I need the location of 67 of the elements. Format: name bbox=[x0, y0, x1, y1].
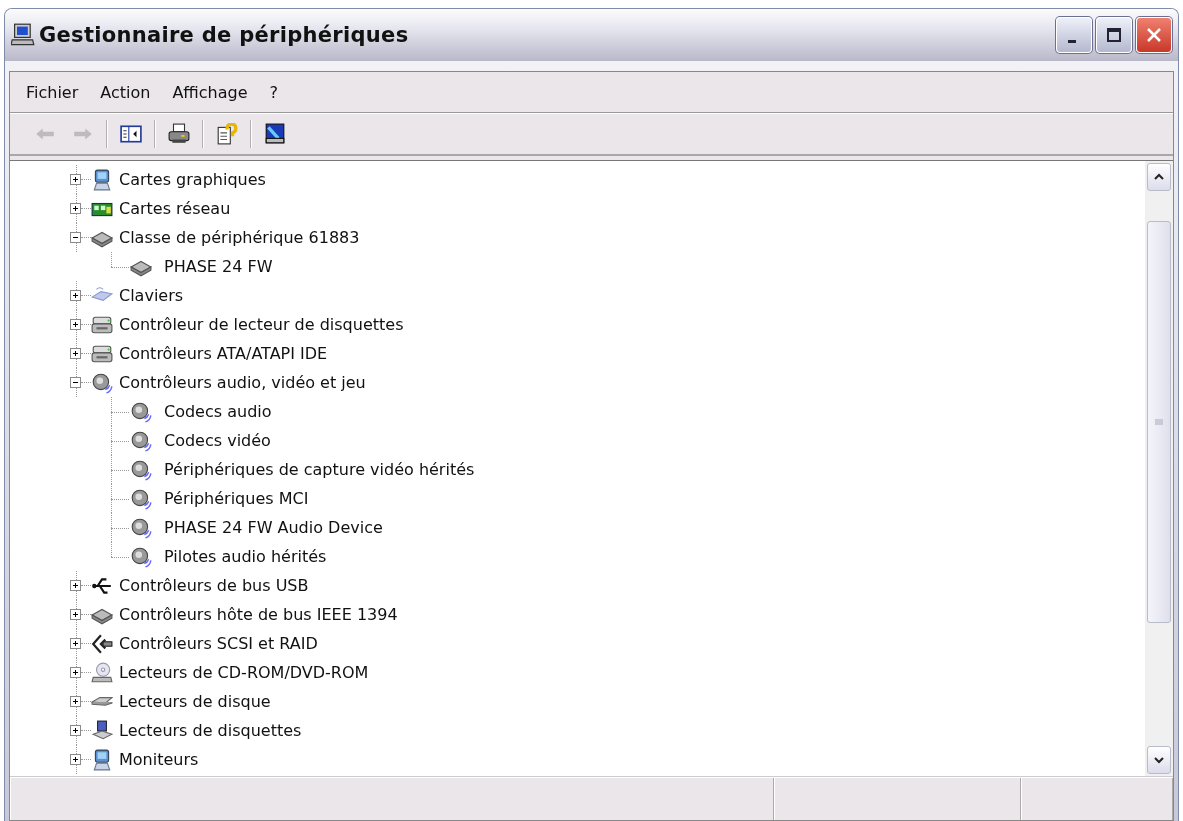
expand-box[interactable] bbox=[70, 348, 81, 359]
tree-item[interactable]: Contrôleurs ATA/ATAPI IDE bbox=[119, 344, 328, 363]
window-title: Gestionnaire de périphériques bbox=[39, 23, 410, 47]
speaker-icon bbox=[130, 429, 152, 452]
speaker-icon bbox=[91, 371, 113, 394]
tree-item[interactable]: Cartes graphiques bbox=[119, 170, 266, 189]
chevron-up-icon bbox=[1154, 172, 1164, 182]
tree-item[interactable]: Codecs audio bbox=[164, 402, 272, 421]
tree-item[interactable]: Contrôleurs audio, vidéo et jeu bbox=[119, 373, 366, 392]
tree-item[interactable]: Lecteurs de disque bbox=[119, 692, 271, 711]
tree-item[interactable]: Moniteurs bbox=[119, 750, 199, 769]
expand-box[interactable] bbox=[70, 725, 81, 736]
scroll-thumb[interactable] bbox=[1147, 221, 1171, 623]
menu-item[interactable]: Fichier bbox=[26, 82, 79, 102]
tree-item[interactable]: PHASE 24 FW bbox=[164, 257, 273, 276]
tree-item[interactable]: Lecteurs de CD-ROM/DVD-ROM bbox=[119, 663, 369, 682]
scrollbar[interactable] bbox=[1145, 161, 1173, 776]
collapse-box[interactable] bbox=[70, 232, 81, 243]
tree-item[interactable]: Claviers bbox=[119, 286, 184, 305]
collapse-box[interactable] bbox=[70, 377, 81, 388]
panel-icon[interactable] bbox=[120, 123, 142, 145]
printer-icon[interactable] bbox=[168, 123, 190, 145]
minimize-icon bbox=[1068, 39, 1076, 43]
floppy-drive-icon bbox=[91, 719, 113, 742]
speaker-icon bbox=[130, 545, 152, 568]
maximize-button[interactable] bbox=[1096, 17, 1132, 53]
menu-item[interactable]: ? bbox=[269, 82, 279, 102]
cd-drive-icon bbox=[91, 661, 113, 684]
tree-item[interactable]: Lecteurs de disquettes bbox=[119, 721, 302, 740]
maximize-icon bbox=[1104, 25, 1124, 45]
expand-box[interactable] bbox=[70, 580, 81, 591]
tree-item[interactable]: Classe de périphérique 61883 bbox=[119, 228, 360, 247]
speaker-icon bbox=[130, 487, 152, 510]
menu-item[interactable]: Action bbox=[100, 82, 151, 102]
scroll-up-button[interactable] bbox=[1147, 163, 1171, 191]
scroll-down-button[interactable] bbox=[1147, 746, 1171, 774]
tree-item[interactable]: Cartes réseau bbox=[119, 199, 231, 218]
tree-item[interactable]: Contrôleurs hôte de bus IEEE 1394 bbox=[119, 605, 398, 624]
close-button[interactable] bbox=[1136, 17, 1172, 53]
tree-item[interactable]: Périphériques de capture vidéo hérités bbox=[164, 460, 475, 479]
scsi-icon bbox=[91, 632, 113, 655]
expand-box[interactable] bbox=[70, 696, 81, 707]
chevron-down-icon bbox=[1154, 755, 1164, 765]
monitor-icon bbox=[91, 748, 113, 771]
speaker-icon bbox=[130, 516, 152, 539]
expand-box[interactable] bbox=[70, 667, 81, 678]
speaker-icon bbox=[130, 400, 152, 423]
menu-item[interactable]: Affichage bbox=[172, 82, 248, 102]
expand-box[interactable] bbox=[70, 174, 81, 185]
expand-box[interactable] bbox=[70, 609, 81, 620]
tree-item[interactable]: Contrôleurs SCSI et RAID bbox=[119, 634, 318, 653]
tree-item[interactable]: Contrôleur de lecteur de disquettes bbox=[119, 315, 404, 334]
expand-box[interactable] bbox=[70, 319, 81, 330]
scan-icon[interactable] bbox=[264, 123, 286, 145]
tree-item[interactable]: PHASE 24 FW Audio Device bbox=[164, 518, 383, 537]
expand-box[interactable] bbox=[70, 638, 81, 649]
expand-box[interactable] bbox=[70, 754, 81, 765]
expand-box[interactable] bbox=[70, 290, 81, 301]
computer-icon bbox=[11, 23, 35, 47]
speaker-icon bbox=[130, 458, 152, 481]
tree-item[interactable]: Pilotes audio hérités bbox=[164, 547, 327, 566]
help-icon[interactable] bbox=[216, 123, 238, 145]
tree-item[interactable]: Codecs vidéo bbox=[164, 431, 271, 450]
monitor-icon bbox=[91, 168, 113, 191]
expand-box[interactable] bbox=[70, 203, 81, 214]
tree-item[interactable]: Périphériques MCI bbox=[164, 489, 309, 508]
tree-item[interactable]: Contrôleurs de bus USB bbox=[119, 576, 309, 595]
